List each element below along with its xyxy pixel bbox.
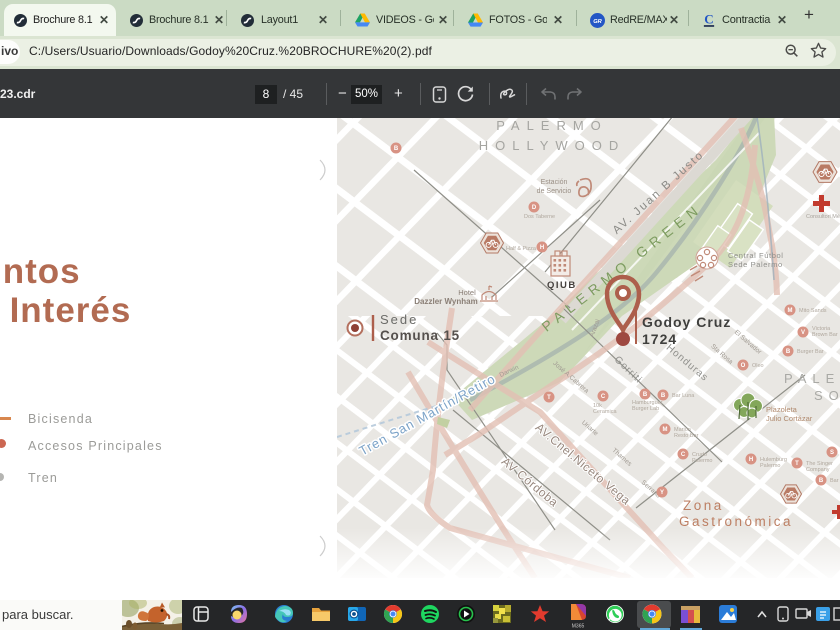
svg-text:Company: Company: [806, 467, 830, 473]
svg-text:B: B: [786, 349, 791, 355]
svg-text:Resto Bar: Resto Bar: [674, 433, 699, 439]
svg-text:Oleo: Oleo: [752, 363, 764, 369]
svg-text:Hotel: Hotel: [458, 288, 476, 297]
svg-text:GR: GR: [593, 19, 602, 25]
svg-text:Brown Bar: Brown Bar: [812, 332, 838, 338]
svg-text:HOLLYWOOD: HOLLYWOOD: [479, 138, 626, 153]
svg-text:Bar: Bar: [830, 478, 839, 484]
svg-text:Ceramica: Ceramica: [593, 409, 617, 415]
svg-text:H: H: [749, 457, 753, 463]
svg-text:PALE: PALE: [784, 371, 840, 386]
svg-text:B: B: [819, 478, 824, 484]
svg-text:M: M: [788, 308, 793, 314]
svg-text:B: B: [661, 393, 666, 399]
svg-text:M365: M365: [572, 624, 585, 630]
svg-text:Comuna 15: Comuna 15: [380, 328, 460, 343]
svg-text:SO: SO: [814, 388, 840, 403]
svg-text:QIUB: QIUB: [547, 280, 577, 291]
svg-text:C: C: [681, 452, 686, 458]
svg-text:S: S: [830, 450, 834, 456]
svg-text:Zona: Zona: [683, 498, 724, 513]
svg-text:Estación: Estación: [541, 179, 568, 186]
svg-text:O: O: [741, 363, 746, 369]
svg-text:Palermo: Palermo: [760, 463, 780, 469]
svg-text:Bar Luna: Bar Luna: [672, 393, 695, 399]
svg-text:Mito Sands: Mito Sands: [799, 308, 827, 314]
svg-text:Central Fútbol: Central Fútbol: [728, 251, 784, 260]
svg-text:Plazoleta: Plazoleta: [766, 405, 798, 414]
svg-text:Burger Bar: Burger Bar: [797, 349, 824, 355]
svg-text:B: B: [643, 392, 648, 398]
svg-text:B: B: [394, 146, 399, 152]
svg-text:Half & Pizza: Half & Pizza: [506, 246, 537, 252]
svg-text:Godoy Cruz: Godoy Cruz: [642, 314, 731, 330]
svg-text:T: T: [547, 395, 551, 401]
svg-text:Consultori Médi: Consultori Médi: [806, 214, 840, 220]
svg-text:Sede Palermo: Sede Palermo: [728, 260, 783, 269]
svg-text:Julio Cortázar: Julio Cortázar: [766, 414, 813, 423]
svg-text:Dos Taberne: Dos Taberne: [524, 214, 555, 220]
svg-text:1724: 1724: [642, 331, 677, 347]
svg-text:D: D: [532, 205, 537, 211]
svg-text:Y: Y: [660, 490, 664, 496]
svg-text:de Servicio: de Servicio: [537, 188, 572, 195]
svg-text:Dazzler Wynham: Dazzler Wynham: [414, 297, 477, 306]
svg-text:T: T: [795, 461, 799, 467]
svg-text:M: M: [663, 427, 668, 433]
svg-text:Gastronómica: Gastronómica: [679, 514, 793, 529]
svg-text:H: H: [540, 245, 544, 251]
svg-text:Burger Lab: Burger Lab: [632, 406, 659, 412]
svg-text:C: C: [704, 12, 713, 26]
svg-text:V: V: [801, 330, 805, 336]
svg-text:Palermo: Palermo: [692, 458, 712, 464]
svg-text:C: C: [601, 394, 606, 400]
svg-text:PALERMO: PALERMO: [496, 118, 608, 133]
svg-text:Sede: Sede: [380, 312, 418, 327]
